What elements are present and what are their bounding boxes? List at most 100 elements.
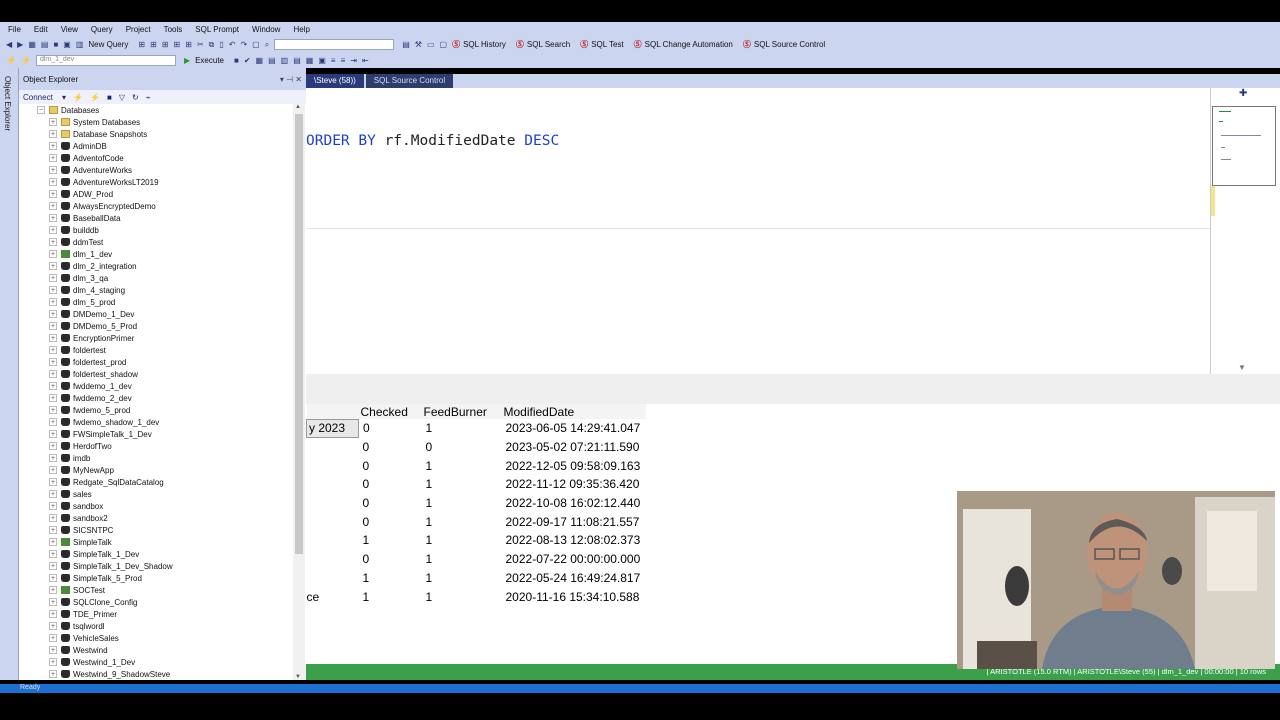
close-icon[interactable]: ✕ <box>295 75 302 84</box>
expand-icon[interactable]: + <box>49 610 57 618</box>
cell-modifieddate[interactable]: 2023-05-02 07:21:11.590 <box>502 438 647 457</box>
tree-node[interactable]: + tsqlwordl <box>19 620 293 632</box>
tree-node[interactable]: + SQLClone_Config <box>19 596 293 608</box>
tree-node[interactable]: + dlm_5_prod <box>19 296 293 308</box>
tree-node[interactable]: + Redgate_SqlDataCatalog <box>19 476 293 488</box>
pin-icon[interactable]: ⊣ <box>286 75 293 84</box>
db-engine-query-icon[interactable]: ⊞ <box>138 40 145 49</box>
dmx-query-icon[interactable]: ⊞ <box>162 40 169 49</box>
cancel-query-icon[interactable]: ■ <box>234 56 239 65</box>
column-header-checked[interactable]: Checked <box>358 404 422 419</box>
sql-change-automation-button[interactable]: Ⓢ SQL Change Automation <box>634 39 733 50</box>
tree-node[interactable]: + dlm_3_qa <box>19 272 293 284</box>
execute-button[interactable]: ▶ Execute <box>184 56 224 65</box>
tree-node[interactable]: + AdminDB <box>19 140 293 152</box>
editor-minimap[interactable]: ✚ <box>1210 88 1280 374</box>
object-explorer-scrollbar[interactable]: ▲ ▼ <box>293 104 305 680</box>
tree-node[interactable]: + foldertest <box>19 344 293 356</box>
expand-icon[interactable]: + <box>49 130 57 138</box>
cell-feedburner[interactable]: 1 <box>422 512 502 531</box>
cell-partial[interactable] <box>307 569 359 588</box>
properties-icon[interactable]: ▤ <box>402 40 410 49</box>
cell-checked[interactable]: 0 <box>359 550 422 569</box>
forward-icon[interactable]: ▶ <box>17 40 23 49</box>
cell-checked[interactable]: 0 <box>359 456 422 475</box>
new-query-button[interactable]: ▥ New Query <box>76 40 129 49</box>
wrench-icon[interactable]: ⚒ <box>415 40 422 49</box>
outdent-icon[interactable]: ⇤ <box>362 56 369 65</box>
sql-test-button[interactable]: Ⓢ SQL Test <box>580 39 623 50</box>
tree-node[interactable]: + AlwaysEncryptedDemo <box>19 200 293 212</box>
tree-node[interactable]: + SimpleTalk <box>19 536 293 548</box>
tree-node[interactable]: + sandbox <box>19 500 293 512</box>
results-to-grid-icon[interactable]: ▦ <box>306 56 314 65</box>
expand-icon[interactable]: + <box>49 202 57 210</box>
cell-feedburner[interactable]: 1 <box>422 569 502 588</box>
cell-partial[interactable] <box>307 494 359 513</box>
expand-icon[interactable]: + <box>49 550 57 558</box>
scroll-up-icon[interactable]: ▲ <box>295 104 301 110</box>
table-row[interactable]: 0 0 2023-05-02 07:21:11.590 <box>307 438 647 457</box>
find-icon[interactable]: ⌕ <box>265 40 269 50</box>
window-layout-icon[interactable]: ▢ <box>440 40 448 49</box>
expand-icon[interactable]: + <box>49 310 57 318</box>
expand-icon[interactable]: + <box>49 178 57 186</box>
cell-checked[interactable]: 0 <box>359 475 422 494</box>
object-explorer-side-tab[interactable]: Object Explorer <box>0 68 18 680</box>
tree-node[interactable]: + SOCTest <box>19 584 293 596</box>
connect-icon[interactable]: ⚡ <box>6 56 16 65</box>
paste-icon[interactable]: ▯ <box>219 40 223 49</box>
cell-modifieddate[interactable]: 2022-11-12 09:35:36.420 <box>502 475 647 494</box>
table-row[interactable]: 0 1 2022-07-22 00:00:00.000 <box>307 550 647 569</box>
tree-node[interactable]: + ddmTest <box>19 236 293 248</box>
tree-node[interactable]: + imdb <box>19 452 293 464</box>
tree-node[interactable]: + dlm_2_integration <box>19 260 293 272</box>
tree-node[interactable]: + builddb <box>19 224 293 236</box>
activity-monitor-icon[interactable]: ⌁ <box>146 93 151 102</box>
expand-icon[interactable]: + <box>49 574 57 582</box>
tree-node[interactable]: + SICSNTPC <box>19 524 293 536</box>
expand-icon[interactable]: + <box>49 466 57 474</box>
cell-modifieddate[interactable]: 2022-09-17 11:08:21.557 <box>502 512 647 531</box>
xmla-query-icon[interactable]: ⊞ <box>174 40 181 49</box>
cell-feedburner[interactable]: 1 <box>422 456 502 475</box>
cell-modifieddate[interactable]: 2022-07-22 00:00:00.000 <box>502 550 647 569</box>
tab-sql-source-control[interactable]: SQL Source Control <box>365 74 454 88</box>
stop-icon[interactable]: ■ <box>107 93 112 102</box>
cell-checked[interactable]: 1 <box>359 531 422 550</box>
expand-icon[interactable]: + <box>49 418 57 426</box>
menu-window[interactable]: Window <box>252 25 280 34</box>
cell-checked[interactable]: 0 <box>359 438 422 457</box>
tree-node[interactable]: + AdventureWorks <box>19 164 293 176</box>
tree-node[interactable]: + SimpleTalk_5_Prod <box>19 572 293 584</box>
table-row[interactable]: 0 1 2022-10-08 16:02:12.440 <box>307 494 647 513</box>
tree-node[interactable]: + dlm_1_dev <box>19 248 293 260</box>
cell-partial[interactable]: ce <box>307 587 359 606</box>
menu-help[interactable]: Help <box>293 25 309 34</box>
tree-node[interactable]: + HerdofTwo <box>19 440 293 452</box>
cell-checked[interactable]: 0 <box>359 419 422 438</box>
table-row[interactable]: 0 1 2022-11-12 09:35:36.420 <box>307 475 647 494</box>
expand-icon[interactable]: + <box>49 166 57 174</box>
cell-modifieddate[interactable]: 2022-10-08 16:02:12.440 <box>502 494 647 513</box>
minimap-viewport[interactable] <box>1212 106 1276 186</box>
tree-node[interactable]: + fwddemo_2_dev <box>19 392 293 404</box>
expand-icon[interactable]: + <box>49 226 57 234</box>
database-selector[interactable]: dlm_1_dev <box>35 55 176 66</box>
editor-results-splitter[interactable]: ▼ <box>306 363 1280 404</box>
expand-icon[interactable]: + <box>49 454 57 462</box>
expand-icon[interactable]: + <box>49 478 57 486</box>
save-icon[interactable]: ■ <box>53 40 58 49</box>
include-plan-icon[interactable]: ▥ <box>281 56 289 65</box>
scroll-down-icon[interactable]: ▼ <box>295 674 301 680</box>
cell-feedburner[interactable]: 1 <box>422 475 502 494</box>
expand-icon[interactable]: + <box>49 586 57 594</box>
cell-feedburner[interactable]: 1 <box>422 587 502 606</box>
table-row[interactable]: y 2023 0 1 2023-06-05 14:29:41.047 <box>306 418 647 439</box>
cell-checked[interactable]: 0 <box>359 512 422 531</box>
menu-edit[interactable]: Edit <box>34 25 48 34</box>
expand-icon[interactable]: + <box>49 322 57 330</box>
tree-node[interactable]: + sales <box>19 488 293 500</box>
uncomment-icon[interactable]: ≡ <box>341 56 346 65</box>
scroll-thumb[interactable] <box>295 114 303 554</box>
